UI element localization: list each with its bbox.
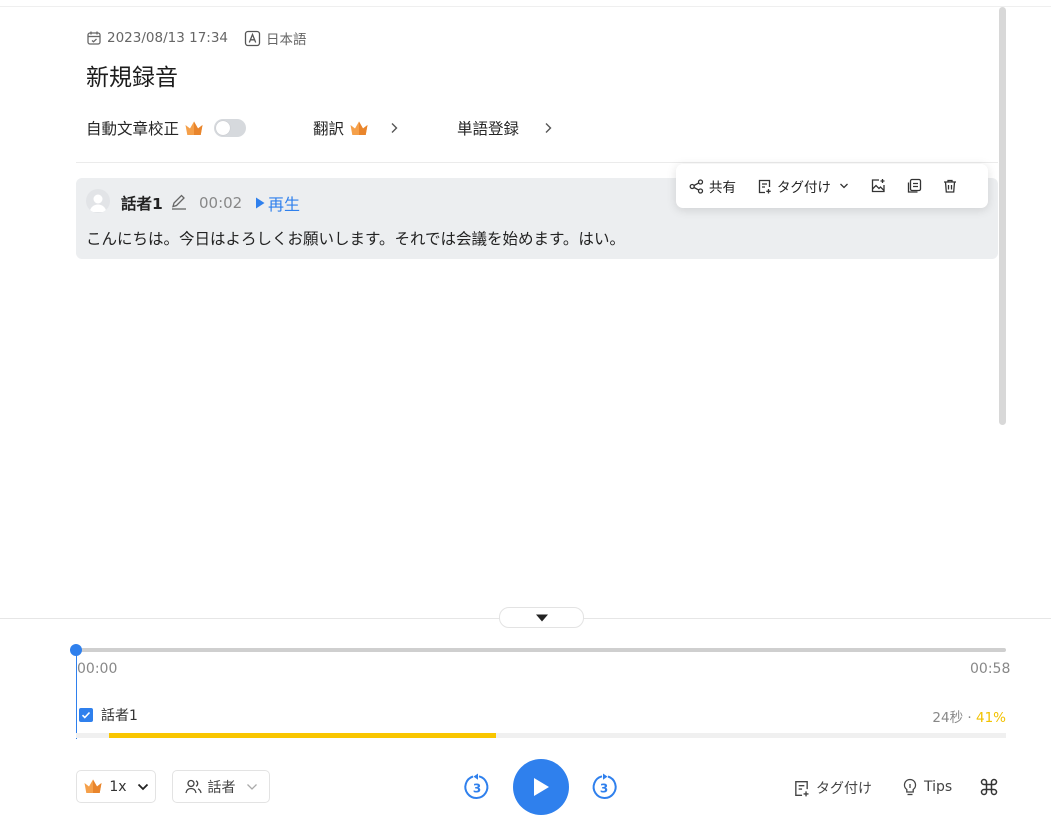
tag-icon: [795, 780, 809, 796]
auto-correct-option[interactable]: 自動文章校正: [86, 116, 247, 140]
share-button[interactable]: 共有: [689, 176, 736, 196]
auto-correct-label: 自動文章校正: [86, 120, 180, 138]
header-divider: [76, 162, 998, 163]
translate-option[interactable]: 翻訳: [313, 116, 399, 140]
speed-select[interactable]: 1x: [76, 770, 156, 803]
top-border: [0, 6, 1051, 7]
skip-back-seconds: 3: [473, 782, 481, 796]
speaker-activity-segment: [108, 733, 497, 738]
tag-icon: [758, 179, 771, 193]
chevron-down-icon: [246, 783, 257, 790]
segment-action-toolbar: 共有 タグ付け: [676, 164, 988, 208]
lightbulb-icon: [903, 778, 917, 796]
calendar-icon: [87, 31, 101, 45]
speaker-track-label: 話者1: [101, 708, 138, 724]
edit-pencil-icon[interactable]: [170, 193, 188, 215]
speaker-filter-select[interactable]: 話者: [172, 770, 270, 803]
bottom-tag-label: タグ付け: [816, 781, 872, 797]
copy-icon: [907, 178, 922, 193]
skip-forward-button[interactable]: 3: [590, 773, 618, 805]
speaker-checkbox[interactable]: [79, 708, 93, 722]
segment-timestamp: 00:02: [199, 194, 243, 212]
play-triangle-icon: [256, 197, 265, 209]
recording-language[interactable]: 日本語: [266, 28, 307, 48]
collapse-player-button[interactable]: [499, 607, 584, 628]
chevron-right-icon: [389, 122, 399, 134]
image-add-icon: [871, 179, 885, 193]
recording-meta: 2023/08/13 17:34 日本語: [86, 28, 307, 48]
crown-icon: [84, 779, 102, 793]
recording-title[interactable]: 新規録音: [86, 58, 178, 92]
auto-correct-toggle[interactable]: [214, 119, 247, 137]
dictionary-option[interactable]: 単語登録: [457, 116, 553, 140]
copy-button[interactable]: [906, 178, 927, 194]
crown-icon: [185, 121, 203, 135]
tips-button[interactable]: Tips: [902, 778, 952, 796]
timeline-thumb[interactable]: [70, 644, 82, 656]
crown-icon: [350, 121, 368, 135]
tips-label: Tips: [924, 779, 953, 795]
forward-3-icon: 3: [592, 773, 617, 799]
speaker-avatar: [86, 189, 110, 213]
delete-button[interactable]: [942, 178, 963, 194]
tag-label: タグ付け: [777, 180, 831, 196]
segment-text[interactable]: こんにちは。今日はよろしくお願いします。それでは会議を始めます。はい。: [86, 227, 625, 249]
speed-value: 1x: [109, 778, 127, 795]
chevron-down-icon: [137, 783, 148, 790]
share-icon: [689, 178, 704, 194]
timeline-track[interactable]: [76, 648, 1006, 652]
segment-play-label: 再生: [268, 195, 301, 214]
recording-datetime: 2023/08/13 17:34: [107, 30, 229, 46]
tag-dropdown-button[interactable]: タグ付け: [757, 176, 849, 196]
dictionary-label: 単語登録: [457, 120, 520, 138]
segment-play-button[interactable]: 再生: [255, 191, 300, 215]
speaker-percent: 41%: [975, 710, 1006, 726]
speaker-stats: 24秒 · 41%: [932, 710, 1006, 726]
skip-forward-seconds: 3: [600, 782, 608, 796]
bottom-tag-button[interactable]: タグ付け: [793, 778, 872, 798]
share-label: 共有: [709, 180, 736, 196]
check-icon: [81, 711, 91, 719]
speaker-duration: 24秒: [932, 710, 964, 726]
shortcuts-button[interactable]: [980, 778, 1004, 796]
command-key-icon: [980, 778, 998, 796]
rewind-3-icon: 3: [464, 773, 489, 799]
toggle-knob: [216, 121, 231, 135]
language-icon[interactable]: [244, 30, 261, 47]
translate-label: 翻訳: [313, 120, 345, 138]
main-play-button[interactable]: [513, 759, 569, 815]
content-scrollbar[interactable]: [999, 7, 1006, 425]
caret-down-icon: [535, 614, 548, 621]
chevron-down-icon: [840, 183, 848, 189]
speaker-filter-label: 話者: [207, 779, 236, 796]
current-time: 00:00: [77, 661, 118, 677]
insert-image-button[interactable]: [870, 178, 891, 194]
skip-back-button[interactable]: 3: [463, 773, 491, 805]
play-icon: [534, 778, 549, 796]
users-icon: [184, 779, 202, 794]
chevron-right-icon: [543, 122, 553, 134]
speaker-name[interactable]: 話者1: [121, 192, 163, 214]
total-time: 00:58: [970, 661, 1011, 677]
trash-icon: [944, 179, 956, 193]
